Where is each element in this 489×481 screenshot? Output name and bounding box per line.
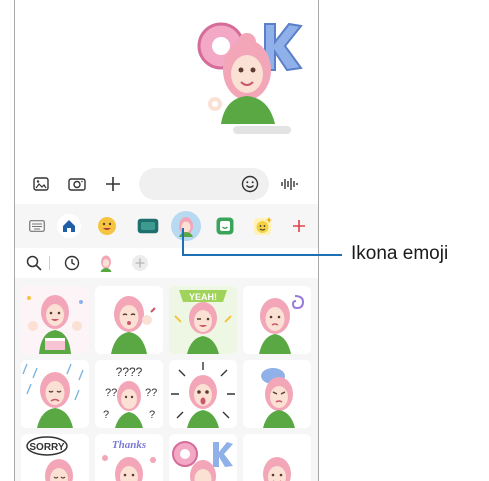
divider <box>49 256 50 270</box>
avatar-emoji-tab-icon[interactable] <box>171 211 201 241</box>
keyboard-icon[interactable] <box>25 214 49 238</box>
avatar-sticker-subbar <box>15 248 318 278</box>
callout-label: Ikona emoji <box>351 243 449 264</box>
sticker-tab-icon[interactable] <box>213 214 237 238</box>
svg-text:Thanks: Thanks <box>112 439 146 451</box>
message-input-bar <box>15 166 318 202</box>
clock-icon[interactable] <box>63 254 81 272</box>
phone-screen: YEAH! ???? ?? ?? ? ? SORRY Thanks <box>14 0 319 481</box>
gallery-icon[interactable] <box>31 174 51 194</box>
plus-circle-icon[interactable] <box>131 254 149 272</box>
svg-text:SORRY: SORRY <box>29 442 65 453</box>
emoji-tab-icon[interactable] <box>95 214 119 238</box>
sticker-thanks[interactable]: Thanks <box>95 434 163 481</box>
camera-icon[interactable] <box>67 174 87 194</box>
callout-leader-vertical <box>182 228 184 256</box>
conversation-area <box>15 0 318 160</box>
svg-text:?: ? <box>103 409 109 421</box>
sticker-angry-bubble[interactable] <box>243 360 311 428</box>
sticker-ok[interactable] <box>169 434 237 481</box>
sticker-kiss-wave[interactable] <box>95 286 163 354</box>
sticker-yeah-wink[interactable]: YEAH! <box>169 286 237 354</box>
timestamp <box>233 126 291 134</box>
avatar-thumb-icon[interactable] <box>97 254 115 272</box>
gif-tab-icon[interactable] <box>133 214 163 238</box>
search-icon[interactable] <box>25 254 43 272</box>
plus-icon[interactable] <box>103 174 123 194</box>
message-field[interactable] <box>139 168 269 200</box>
voice-icon[interactable] <box>279 174 299 194</box>
callout-leader-horizontal <box>182 254 342 256</box>
sticker-swirl-dizzy[interactable] <box>243 286 311 354</box>
sticker-party-cake[interactable] <box>21 286 89 354</box>
smiley-icon[interactable] <box>241 175 259 193</box>
sticker-grid: YEAH! ???? ?? ?? ? ? SORRY Thanks <box>21 286 314 481</box>
sticker-rain-sad[interactable] <box>21 360 89 428</box>
sticker-shocked-burst[interactable] <box>169 360 237 428</box>
sticker-smile[interactable] <box>243 434 311 481</box>
live-sticker-tab-icon[interactable] <box>251 214 275 238</box>
svg-text:YEAH!: YEAH! <box>189 292 217 302</box>
emoji-sticker-tray: YEAH! ???? ?? ?? ? ? SORRY Thanks <box>15 204 318 481</box>
sticker-question-marks[interactable]: ???? ?? ?? ? ? <box>95 360 163 428</box>
sticker-sorry[interactable]: SORRY <box>21 434 89 481</box>
svg-text:?: ? <box>149 409 155 421</box>
svg-text:????: ???? <box>116 365 143 379</box>
svg-text:??: ?? <box>145 387 157 399</box>
tray-tab-bar <box>15 204 318 246</box>
home-icon[interactable] <box>57 214 81 238</box>
sent-ok-sticker[interactable] <box>191 12 303 124</box>
add-tab-icon[interactable] <box>287 214 311 238</box>
svg-text:??: ?? <box>105 387 117 399</box>
